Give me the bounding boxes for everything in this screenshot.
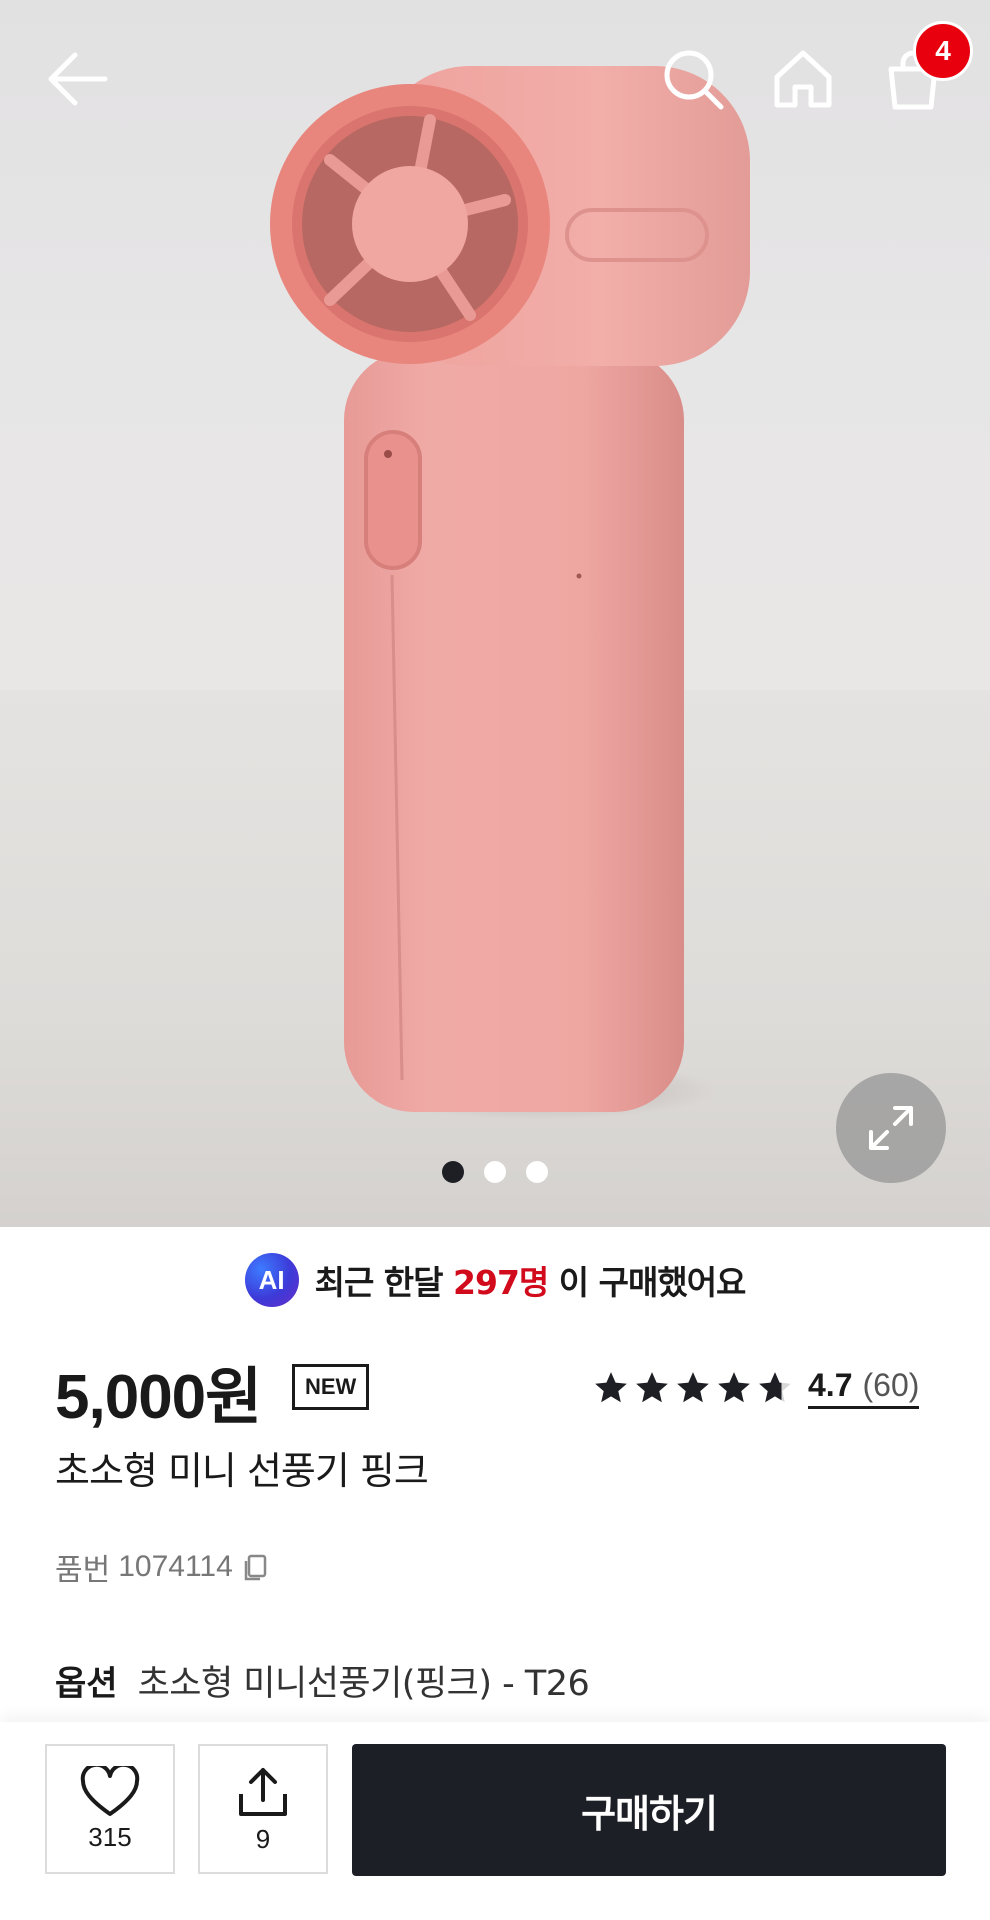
product-rating[interactable]: 4.7 (60) (592, 1360, 920, 1416)
home-button[interactable] (758, 34, 848, 124)
share-button[interactable]: 9 (198, 1744, 328, 1874)
pagination-dot-3[interactable] (526, 1161, 548, 1183)
product-image-gallery[interactable]: 4 (0, 0, 990, 1227)
ai-summary-count: 297명 (453, 1263, 549, 1302)
rating-stars (592, 1369, 794, 1407)
share-count: 9 (255, 1823, 271, 1854)
option-value: 초소형 미니선풍기(핑크) - T26 (137, 1664, 590, 1704)
back-button[interactable] (32, 34, 122, 124)
sku-value: 1074114 (118, 1550, 233, 1583)
rating-value: 4.7 (808, 1367, 853, 1403)
search-button[interactable] (648, 34, 738, 124)
new-tag: NEW (292, 1364, 370, 1410)
gallery-pagination (0, 1161, 990, 1185)
cart-count-badge: 4 (913, 21, 973, 81)
like-count: 315 (88, 1821, 132, 1852)
bottom-action-bar: 315 9 구매하기 (0, 1722, 990, 1920)
copy-icon[interactable] (241, 1552, 271, 1582)
sku-label: 품번 (55, 1553, 111, 1588)
ai-summary-prefix: 최근 한달 (314, 1263, 444, 1302)
pagination-dot-1[interactable] (442, 1161, 464, 1183)
product-title: 초소형 미니 선풍기 핑크 (55, 1449, 429, 1493)
expand-icon (869, 1106, 913, 1150)
top-navigation-bar: 4 (0, 0, 990, 160)
star-icon (718, 1372, 750, 1403)
product-sku: 품번 1074114 (55, 1545, 271, 1589)
heart-icon (80, 1765, 140, 1816)
share-icon (239, 1767, 287, 1816)
rating-link[interactable]: 4.7 (60) (808, 1367, 920, 1409)
like-button[interactable]: 315 (45, 1744, 175, 1874)
search-icon (664, 50, 724, 110)
star-icon (636, 1372, 668, 1403)
arrow-left-icon (48, 52, 108, 106)
review-count: (60) (862, 1367, 920, 1403)
star-partial-icon (759, 1372, 791, 1403)
product-detail-page: 4 AI 최근 한달 297명 이 구매했어요 5,000원 NEW 4.7 (… (0, 0, 990, 1920)
pagination-dot-2[interactable] (484, 1161, 506, 1183)
ai-badge-icon: AI (244, 1253, 299, 1307)
star-icon (595, 1372, 627, 1403)
product-price: 5,000원 (55, 1363, 262, 1432)
option-label: 옵션 (55, 1664, 118, 1704)
ai-summary-text: 최근 한달 297명 이 구매했어요 (314, 1256, 747, 1304)
ai-purchase-summary: AI 최근 한달 297명 이 구매했어요 (0, 1250, 990, 1310)
product-photo-handheld-fan (270, 66, 750, 1112)
ai-summary-suffix: 이 구매했어요 (558, 1263, 747, 1302)
option-row[interactable]: 옵션 초소형 미니선풍기(핑크) - T26 (55, 1655, 590, 1706)
home-icon (774, 50, 832, 108)
star-icon (677, 1372, 709, 1403)
buy-button[interactable]: 구매하기 (352, 1744, 946, 1876)
